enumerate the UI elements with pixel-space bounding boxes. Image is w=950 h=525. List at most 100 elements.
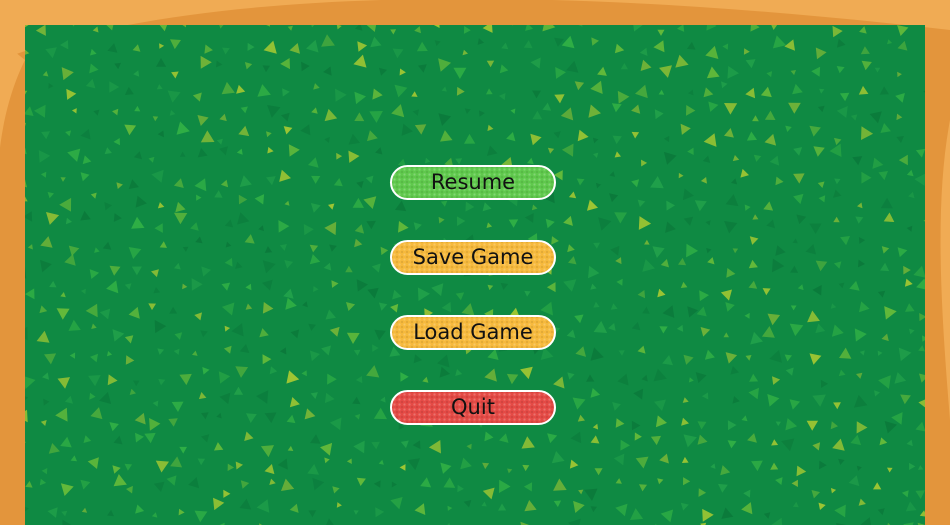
- grass-triangle: [85, 78, 96, 89]
- grass-triangle: [313, 286, 319, 292]
- grass-triangle: [277, 458, 288, 470]
- grass-triangle: [262, 65, 270, 73]
- grass-triangle: [311, 175, 321, 184]
- grass-triangle: [861, 171, 872, 184]
- grass-triangle: [328, 203, 335, 210]
- grass-triangle: [223, 489, 231, 498]
- grass-triangle: [440, 130, 453, 142]
- grass-triangle: [703, 87, 714, 98]
- grass-triangle: [216, 138, 223, 145]
- grass-triangle: [873, 482, 882, 490]
- grass-triangle: [457, 484, 464, 493]
- save-game-button[interactable]: Save Game: [390, 240, 556, 275]
- grass-triangle: [27, 244, 33, 250]
- grass-triangle: [40, 259, 52, 273]
- grass-triangle: [833, 216, 840, 223]
- grass-triangle: [791, 479, 798, 487]
- grass-triangle: [720, 465, 731, 476]
- grass-triangle: [819, 88, 825, 94]
- grass-triangle: [573, 500, 585, 513]
- grass-triangle: [593, 320, 608, 333]
- grass-triangle: [414, 26, 421, 34]
- grass-triangle: [577, 129, 589, 142]
- grass-triangle: [257, 84, 271, 97]
- grass-triangle: [611, 103, 622, 113]
- grass-triangle: [61, 510, 68, 517]
- grass-triangle: [282, 88, 290, 97]
- grass-triangle: [909, 328, 915, 335]
- grass-triangle: [195, 236, 203, 244]
- grass-triangle: [369, 111, 383, 123]
- grass-triangle: [278, 220, 290, 233]
- grass-triangle: [878, 171, 888, 181]
- grass-triangle: [262, 279, 273, 291]
- grass-triangle: [815, 323, 826, 334]
- grass-triangle: [25, 179, 27, 188]
- grass-triangle: [662, 355, 673, 366]
- grass-triangle: [705, 220, 711, 226]
- grass-triangle: [321, 34, 335, 47]
- grass-triangle: [817, 105, 825, 113]
- grass-triangle: [356, 279, 368, 292]
- grass-triangle: [764, 133, 777, 146]
- grass-triangle: [174, 332, 183, 340]
- grass-triangle: [200, 55, 212, 69]
- grass-triangle: [897, 25, 909, 36]
- grass-triangle: [640, 59, 652, 71]
- grass-triangle: [264, 246, 273, 253]
- grass-triangle: [479, 110, 485, 117]
- grass-triangle: [918, 345, 925, 352]
- grass-triangle: [718, 483, 728, 493]
- grass-triangle: [763, 512, 771, 519]
- grass-triangle: [441, 86, 447, 92]
- load-game-button[interactable]: Load Game: [390, 315, 556, 350]
- grass-triangle: [220, 179, 229, 188]
- grass-triangle: [796, 214, 807, 225]
- grass-triangle: [353, 349, 361, 356]
- grass-triangle: [194, 178, 207, 192]
- grass-triangle: [239, 175, 252, 187]
- grass-triangle: [288, 144, 300, 157]
- grass-triangle: [578, 489, 584, 495]
- grass-triangle: [354, 224, 365, 234]
- grass-triangle: [584, 488, 598, 501]
- grass-triangle: [918, 465, 924, 470]
- grass-triangle: [731, 178, 738, 185]
- grass-triangle: [151, 169, 164, 183]
- grass-triangle: [614, 43, 625, 54]
- grass-triangle: [859, 26, 867, 34]
- grass-triangle: [477, 38, 485, 45]
- grass-triangle: [877, 508, 885, 516]
- grass-triangle: [566, 329, 576, 339]
- grass-triangle: [749, 236, 759, 245]
- grass-triangle: [815, 260, 828, 272]
- grass-triangle: [174, 212, 188, 225]
- grass-triangle: [188, 477, 200, 489]
- grass-triangle: [156, 58, 167, 67]
- grass-triangle: [66, 88, 77, 100]
- grass-triangle: [279, 347, 287, 355]
- grass-triangle: [156, 84, 163, 90]
- grass-triangle: [708, 101, 719, 112]
- grass-triangle: [25, 326, 28, 341]
- grass-triangle: [237, 212, 250, 225]
- grass-triangle: [838, 369, 846, 377]
- grass-triangle: [895, 93, 905, 103]
- grass-triangle: [109, 422, 119, 432]
- grass-triangle: [106, 25, 114, 31]
- grass-triangle: [25, 376, 36, 389]
- grass-triangle: [807, 310, 820, 323]
- grass-triangle: [724, 103, 738, 115]
- grass-triangle: [655, 415, 667, 428]
- grass-triangle: [811, 490, 820, 499]
- quit-button[interactable]: Quit: [390, 390, 556, 425]
- grass-triangle: [233, 386, 244, 395]
- resume-button[interactable]: Resume: [390, 165, 556, 200]
- grass-triangle: [595, 182, 602, 189]
- grass-triangle: [354, 414, 361, 420]
- grass-triangle: [806, 420, 819, 431]
- grass-triangle: [36, 330, 50, 343]
- grass-triangle: [363, 196, 377, 209]
- grass-triangle: [686, 105, 696, 116]
- grass-triangle: [191, 278, 203, 291]
